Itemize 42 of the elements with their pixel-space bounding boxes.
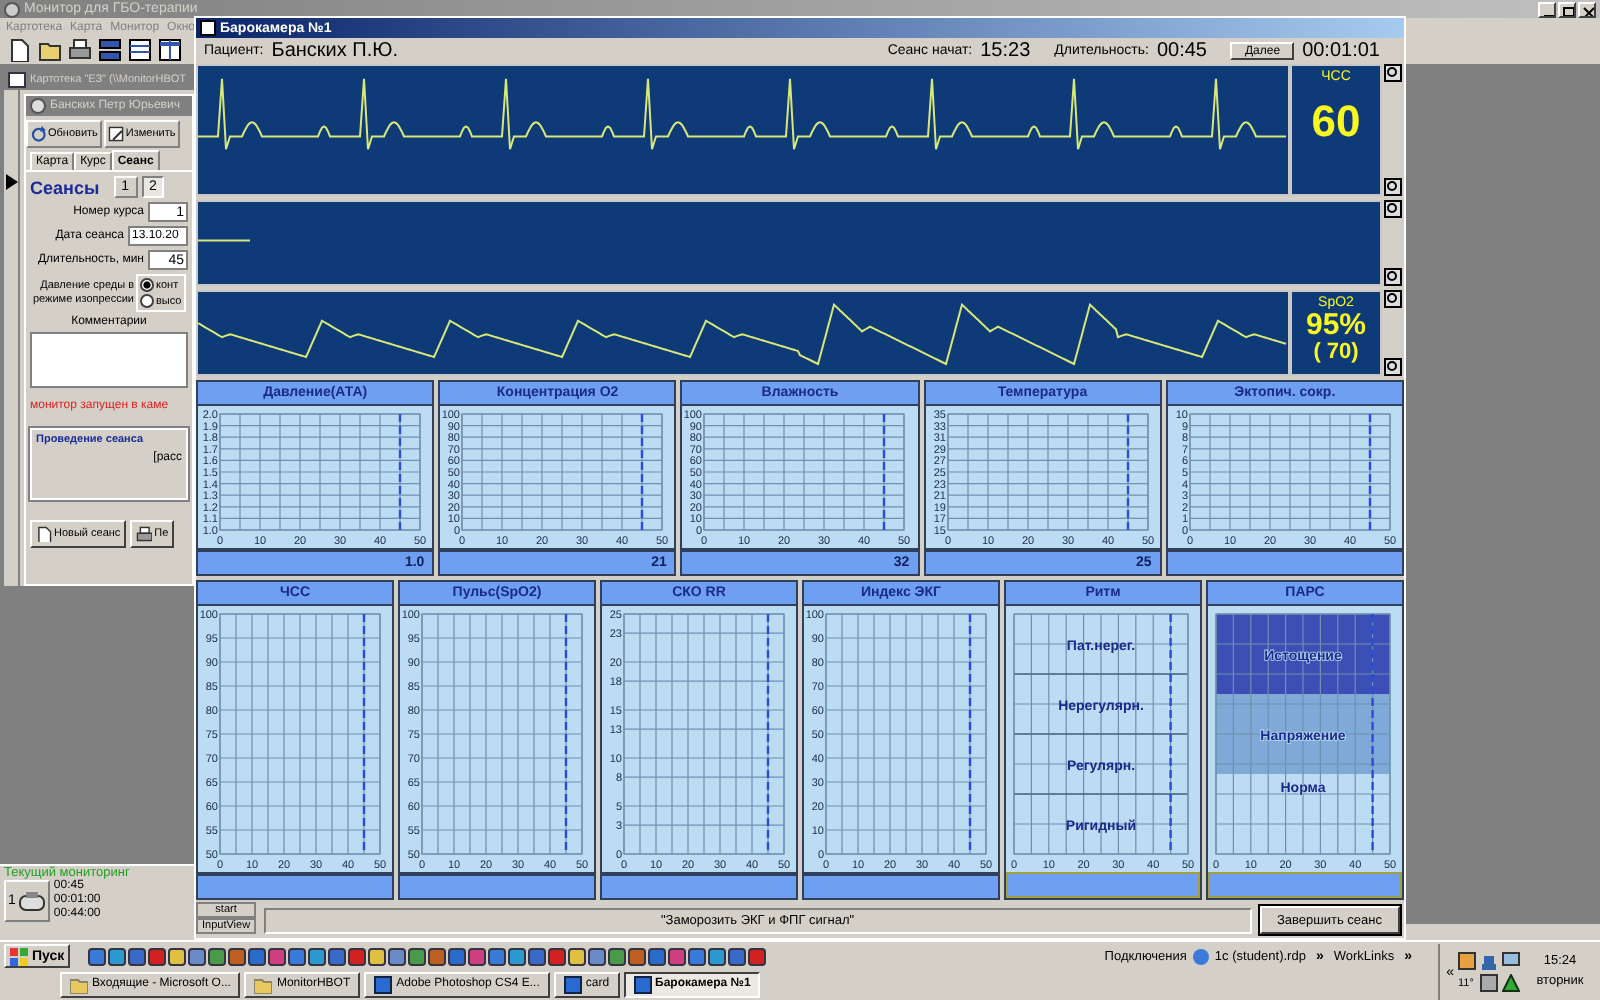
folder-icon	[70, 975, 88, 993]
monitor-icon[interactable]	[1502, 952, 1520, 970]
edit-icon	[107, 126, 124, 142]
chamber-icon	[17, 889, 46, 913]
tile-windows-icon[interactable]	[98, 38, 122, 62]
pointer-icon	[6, 174, 18, 190]
radio-button[interactable]	[140, 278, 154, 292]
zoom-icon[interactable]	[1384, 200, 1402, 218]
duration-value: 00:45	[1156, 40, 1207, 62]
section-title: Сеансы	[30, 177, 100, 197]
printer-icon[interactable]	[68, 38, 92, 62]
cursor-line	[1126, 414, 1129, 530]
close-button[interactable]	[1578, 1, 1596, 17]
cursor-line	[398, 414, 402, 530]
zoom-icon[interactable]	[1384, 64, 1402, 82]
refresh-icon	[30, 126, 46, 142]
cursor-line	[883, 414, 886, 530]
windows-flag-icon	[10, 947, 28, 965]
signal-value: 95%	[1305, 310, 1367, 340]
comments-field[interactable]	[30, 332, 188, 388]
document-icon	[36, 526, 52, 542]
zoom-icon[interactable]	[1384, 358, 1402, 376]
printer-icon	[136, 526, 153, 542]
window-list-icon[interactable]	[128, 38, 152, 62]
columns-icon[interactable]	[158, 38, 182, 62]
network-icon	[1192, 947, 1211, 965]
signal-value: ( 70)	[1313, 340, 1359, 364]
radio-button[interactable]	[140, 294, 154, 308]
signal-value: 60	[1311, 96, 1361, 148]
flat-signal-line	[198, 239, 251, 242]
start-time: 15:23	[980, 40, 1031, 62]
cursor-line	[1368, 414, 1371, 530]
warning-icon[interactable]	[1502, 974, 1520, 992]
minimize-button[interactable]	[1538, 1, 1556, 17]
folder-icon	[254, 975, 273, 993]
zoom-icon[interactable]	[1384, 268, 1402, 286]
zoom-icon[interactable]	[1384, 178, 1402, 196]
patient-name: Банских П.Ю.	[271, 40, 398, 62]
cursor-line	[641, 414, 644, 530]
maximize-button[interactable]	[1558, 1, 1576, 17]
zoom-icon[interactable]	[1384, 290, 1402, 308]
elapsed-time: 00:01:01	[1302, 40, 1380, 62]
